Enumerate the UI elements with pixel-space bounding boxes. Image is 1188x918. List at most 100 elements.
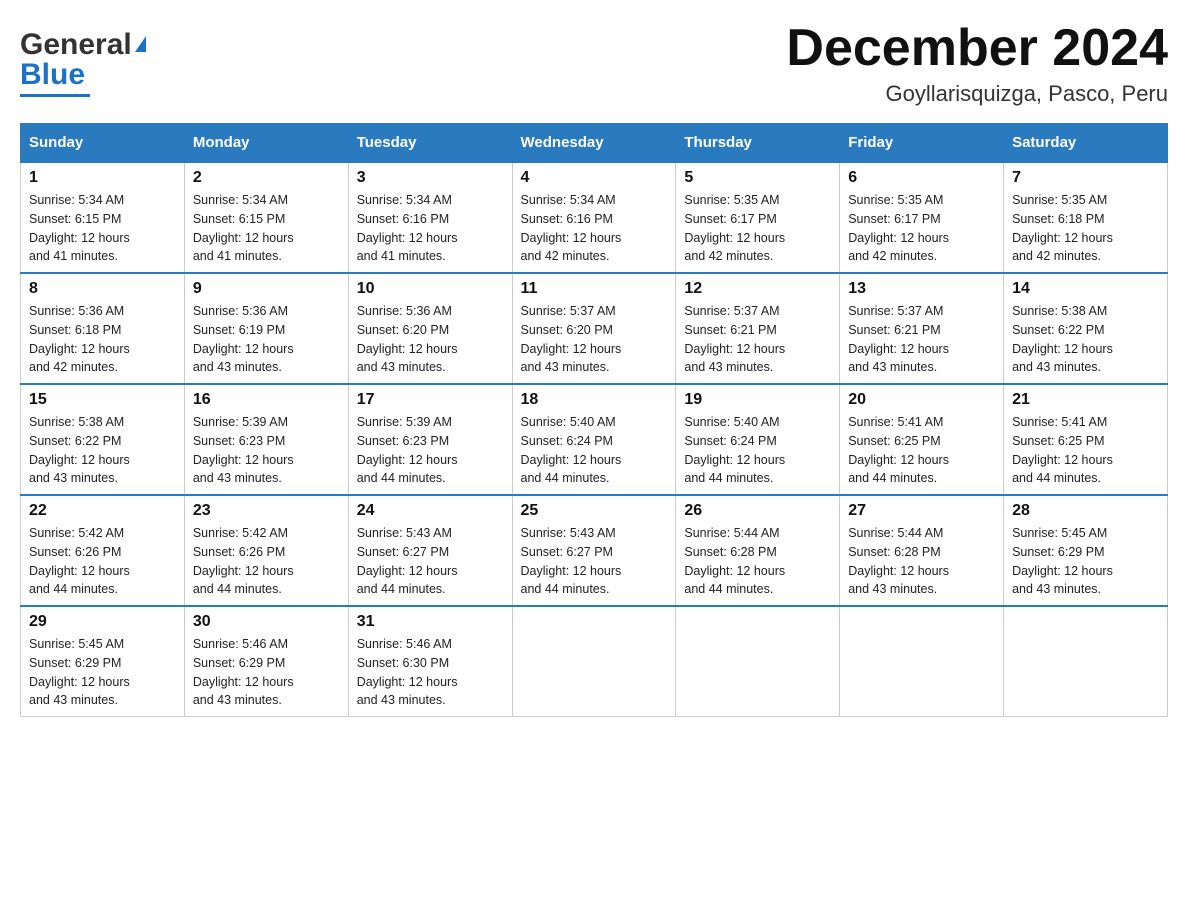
week-row-1: 1 Sunrise: 5:34 AMSunset: 6:15 PMDayligh… (21, 162, 1168, 273)
day-info: Sunrise: 5:38 AMSunset: 6:22 PMDaylight:… (1012, 302, 1159, 377)
day-info: Sunrise: 5:34 AMSunset: 6:15 PMDaylight:… (29, 191, 176, 266)
calendar-cell: 18 Sunrise: 5:40 AMSunset: 6:24 PMDaylig… (512, 384, 676, 495)
calendar-cell: 28 Sunrise: 5:45 AMSunset: 6:29 PMDaylig… (1004, 495, 1168, 606)
day-number: 15 (29, 391, 176, 409)
calendar-cell: 4 Sunrise: 5:34 AMSunset: 6:16 PMDayligh… (512, 162, 676, 273)
calendar-cell: 14 Sunrise: 5:38 AMSunset: 6:22 PMDaylig… (1004, 273, 1168, 384)
calendar-cell: 2 Sunrise: 5:34 AMSunset: 6:15 PMDayligh… (184, 162, 348, 273)
calendar-cell: 31 Sunrise: 5:46 AMSunset: 6:30 PMDaylig… (348, 606, 512, 717)
day-number: 6 (848, 169, 995, 187)
calendar-cell: 22 Sunrise: 5:42 AMSunset: 6:26 PMDaylig… (21, 495, 185, 606)
calendar-cell: 21 Sunrise: 5:41 AMSunset: 6:25 PMDaylig… (1004, 384, 1168, 495)
day-info: Sunrise: 5:45 AMSunset: 6:29 PMDaylight:… (1012, 524, 1159, 599)
day-number: 13 (848, 280, 995, 298)
day-number: 28 (1012, 502, 1159, 520)
week-row-2: 8 Sunrise: 5:36 AMSunset: 6:18 PMDayligh… (21, 273, 1168, 384)
day-info: Sunrise: 5:39 AMSunset: 6:23 PMDaylight:… (357, 413, 504, 488)
week-row-3: 15 Sunrise: 5:38 AMSunset: 6:22 PMDaylig… (21, 384, 1168, 495)
day-info: Sunrise: 5:37 AMSunset: 6:21 PMDaylight:… (684, 302, 831, 377)
page-header: General Blue December 2024 Goyllarisquiz… (20, 20, 1168, 107)
calendar-cell: 6 Sunrise: 5:35 AMSunset: 6:17 PMDayligh… (840, 162, 1004, 273)
calendar-cell: 5 Sunrise: 5:35 AMSunset: 6:17 PMDayligh… (676, 162, 840, 273)
day-number: 30 (193, 613, 340, 631)
day-info: Sunrise: 5:35 AMSunset: 6:18 PMDaylight:… (1012, 191, 1159, 266)
calendar-cell: 20 Sunrise: 5:41 AMSunset: 6:25 PMDaylig… (840, 384, 1004, 495)
calendar-cell: 1 Sunrise: 5:34 AMSunset: 6:15 PMDayligh… (21, 162, 185, 273)
calendar-cell: 29 Sunrise: 5:45 AMSunset: 6:29 PMDaylig… (21, 606, 185, 717)
day-number: 1 (29, 169, 176, 187)
calendar-cell: 13 Sunrise: 5:37 AMSunset: 6:21 PMDaylig… (840, 273, 1004, 384)
calendar-cell (840, 606, 1004, 717)
day-number: 26 (684, 502, 831, 520)
day-info: Sunrise: 5:39 AMSunset: 6:23 PMDaylight:… (193, 413, 340, 488)
day-info: Sunrise: 5:34 AMSunset: 6:15 PMDaylight:… (193, 191, 340, 266)
day-number: 10 (357, 280, 504, 298)
calendar-cell: 27 Sunrise: 5:44 AMSunset: 6:28 PMDaylig… (840, 495, 1004, 606)
day-number: 14 (1012, 280, 1159, 298)
day-number: 19 (684, 391, 831, 409)
day-info: Sunrise: 5:44 AMSunset: 6:28 PMDaylight:… (684, 524, 831, 599)
calendar-cell: 8 Sunrise: 5:36 AMSunset: 6:18 PMDayligh… (21, 273, 185, 384)
calendar-cell: 23 Sunrise: 5:42 AMSunset: 6:26 PMDaylig… (184, 495, 348, 606)
day-number: 8 (29, 280, 176, 298)
logo-blue: Blue (20, 58, 85, 92)
logo-underline (20, 94, 90, 97)
calendar-cell: 3 Sunrise: 5:34 AMSunset: 6:16 PMDayligh… (348, 162, 512, 273)
day-number: 31 (357, 613, 504, 631)
day-number: 22 (29, 502, 176, 520)
col-monday: Monday (184, 124, 348, 163)
page-subtitle: Goyllarisquizga, Pasco, Peru (786, 81, 1168, 107)
day-number: 18 (521, 391, 668, 409)
calendar-cell: 7 Sunrise: 5:35 AMSunset: 6:18 PMDayligh… (1004, 162, 1168, 273)
calendar-cell (1004, 606, 1168, 717)
day-info: Sunrise: 5:42 AMSunset: 6:26 PMDaylight:… (29, 524, 176, 599)
logo-general: General (20, 28, 132, 62)
day-number: 12 (684, 280, 831, 298)
calendar-cell: 15 Sunrise: 5:38 AMSunset: 6:22 PMDaylig… (21, 384, 185, 495)
col-friday: Friday (840, 124, 1004, 163)
day-number: 4 (521, 169, 668, 187)
col-wednesday: Wednesday (512, 124, 676, 163)
logo: General Blue (20, 20, 146, 97)
logo-triangle-icon (135, 36, 146, 52)
day-number: 11 (521, 280, 668, 298)
day-info: Sunrise: 5:43 AMSunset: 6:27 PMDaylight:… (521, 524, 668, 599)
day-info: Sunrise: 5:36 AMSunset: 6:19 PMDaylight:… (193, 302, 340, 377)
day-info: Sunrise: 5:41 AMSunset: 6:25 PMDaylight:… (848, 413, 995, 488)
day-number: 25 (521, 502, 668, 520)
day-info: Sunrise: 5:37 AMSunset: 6:21 PMDaylight:… (848, 302, 995, 377)
col-thursday: Thursday (676, 124, 840, 163)
day-info: Sunrise: 5:46 AMSunset: 6:30 PMDaylight:… (357, 635, 504, 710)
week-row-5: 29 Sunrise: 5:45 AMSunset: 6:29 PMDaylig… (21, 606, 1168, 717)
calendar-cell: 25 Sunrise: 5:43 AMSunset: 6:27 PMDaylig… (512, 495, 676, 606)
day-info: Sunrise: 5:45 AMSunset: 6:29 PMDaylight:… (29, 635, 176, 710)
day-number: 16 (193, 391, 340, 409)
day-info: Sunrise: 5:40 AMSunset: 6:24 PMDaylight:… (684, 413, 831, 488)
col-tuesday: Tuesday (348, 124, 512, 163)
calendar-cell: 16 Sunrise: 5:39 AMSunset: 6:23 PMDaylig… (184, 384, 348, 495)
day-info: Sunrise: 5:43 AMSunset: 6:27 PMDaylight:… (357, 524, 504, 599)
calendar-cell: 10 Sunrise: 5:36 AMSunset: 6:20 PMDaylig… (348, 273, 512, 384)
day-info: Sunrise: 5:36 AMSunset: 6:18 PMDaylight:… (29, 302, 176, 377)
day-number: 24 (357, 502, 504, 520)
week-row-4: 22 Sunrise: 5:42 AMSunset: 6:26 PMDaylig… (21, 495, 1168, 606)
calendar-table: Sunday Monday Tuesday Wednesday Thursday… (20, 123, 1168, 717)
day-info: Sunrise: 5:40 AMSunset: 6:24 PMDaylight:… (521, 413, 668, 488)
calendar-cell: 24 Sunrise: 5:43 AMSunset: 6:27 PMDaylig… (348, 495, 512, 606)
header-row: Sunday Monday Tuesday Wednesday Thursday… (21, 124, 1168, 163)
day-number: 3 (357, 169, 504, 187)
day-info: Sunrise: 5:44 AMSunset: 6:28 PMDaylight:… (848, 524, 995, 599)
day-number: 9 (193, 280, 340, 298)
calendar-cell (676, 606, 840, 717)
day-info: Sunrise: 5:34 AMSunset: 6:16 PMDaylight:… (357, 191, 504, 266)
col-sunday: Sunday (21, 124, 185, 163)
day-info: Sunrise: 5:41 AMSunset: 6:25 PMDaylight:… (1012, 413, 1159, 488)
day-info: Sunrise: 5:42 AMSunset: 6:26 PMDaylight:… (193, 524, 340, 599)
calendar-cell: 26 Sunrise: 5:44 AMSunset: 6:28 PMDaylig… (676, 495, 840, 606)
page-title: December 2024 (786, 20, 1168, 77)
day-number: 27 (848, 502, 995, 520)
day-number: 23 (193, 502, 340, 520)
day-number: 5 (684, 169, 831, 187)
day-number: 21 (1012, 391, 1159, 409)
day-info: Sunrise: 5:46 AMSunset: 6:29 PMDaylight:… (193, 635, 340, 710)
